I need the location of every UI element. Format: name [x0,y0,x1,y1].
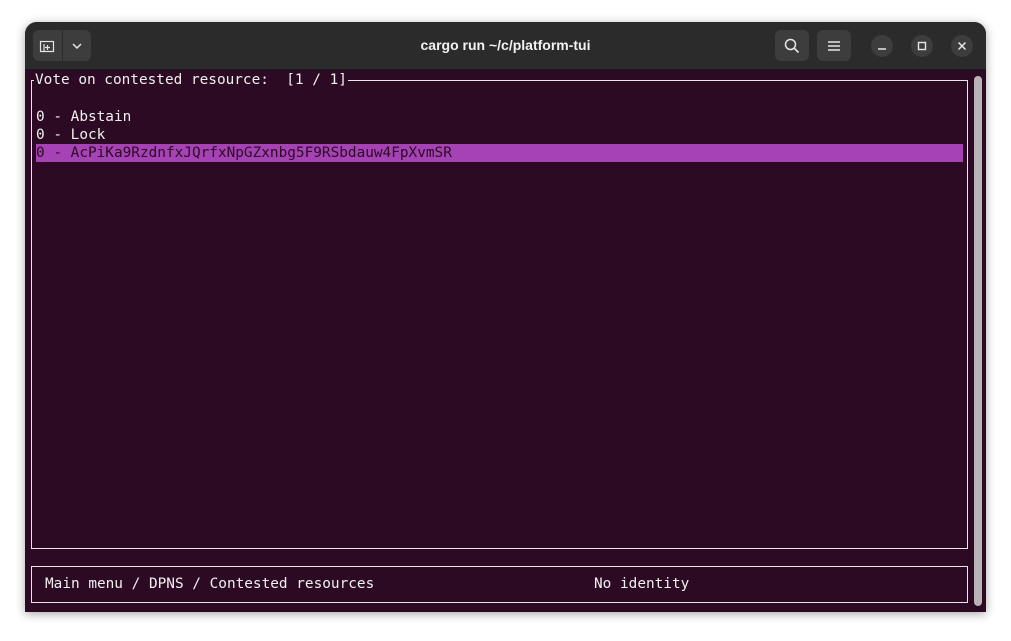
new-tab-button[interactable] [33,30,62,61]
status-bar: Main menu / DPNS / Contested resources N… [31,566,968,603]
terminal-content[interactable]: Vote on contested resource: [1 / 1] 0 - … [25,70,986,612]
identity-status: No identity [594,576,690,592]
list-item-lock[interactable]: 0 - Lock [36,126,963,144]
close-button[interactable] [951,35,973,57]
tab-button-group [33,30,91,61]
menu-button[interactable] [817,30,851,61]
vote-panel: Vote on contested resource: [1 / 1] 0 - … [31,71,968,549]
close-icon [957,41,967,51]
breadcrumb: Main menu / DPNS / Contested resources [45,576,375,592]
panel-title: Vote on contested resource: [1 / 1] [34,71,348,89]
scrollbar[interactable] [974,76,982,606]
list-item-abstain[interactable]: 0 - Abstain [36,108,963,126]
chevron-down-icon [71,42,83,50]
maximize-icon [917,41,927,51]
maximize-button[interactable] [911,35,933,57]
list-item-identity-selected[interactable]: 0 - AcPiKa9RzdnfxJQrfxNpGZxnbg5F9RSbdauw… [36,144,963,162]
hamburger-menu-icon [827,40,841,52]
title-bar[interactable]: cargo run ~/c/platform-tui [25,22,986,70]
minimize-button[interactable] [871,35,893,57]
minimize-icon [877,41,887,51]
new-tab-icon [39,39,55,53]
search-icon [784,38,800,54]
tab-dropdown-button[interactable] [61,30,92,61]
search-button[interactable] [775,30,809,61]
terminal-window: cargo run ~/c/platform-tui Vote on conte… [25,22,986,612]
